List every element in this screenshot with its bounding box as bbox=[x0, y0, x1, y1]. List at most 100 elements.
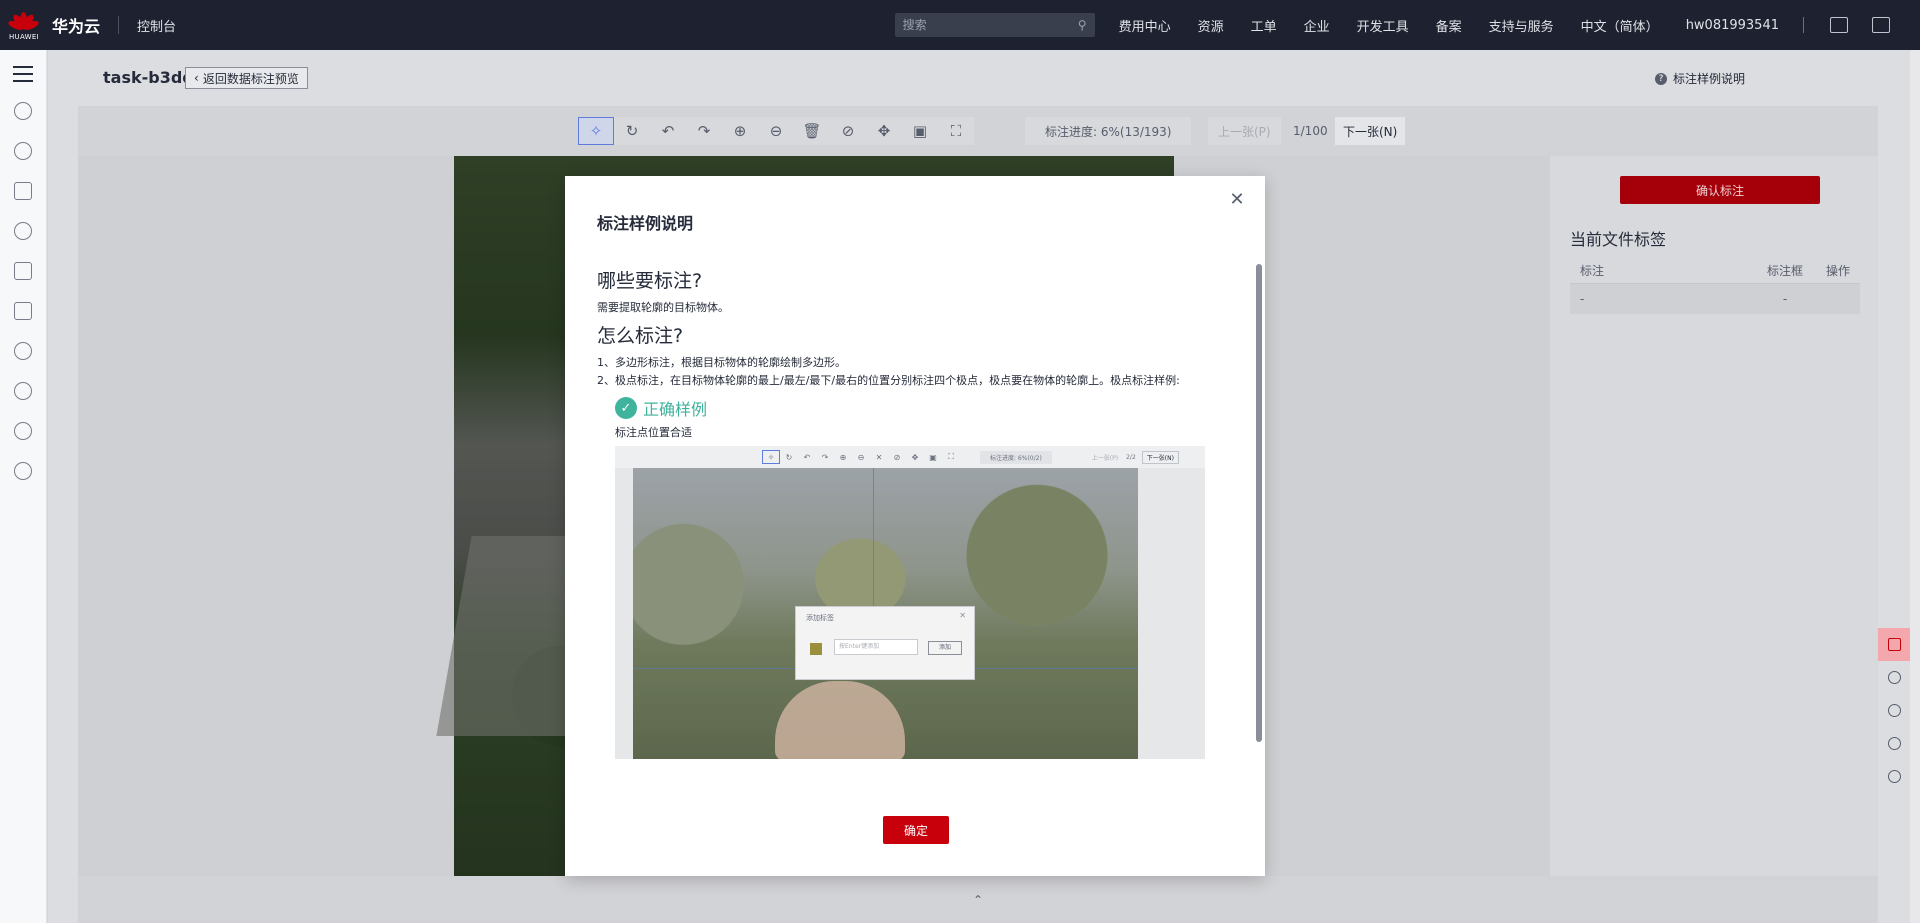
nav-icp[interactable]: 备案 bbox=[1436, 16, 1462, 35]
chevrons-up-icon: ⌃ bbox=[972, 892, 984, 907]
how-text-extreme: 2、极点标注，在目标物体轮廓的最上/最左/最下/最右的位置分别标注四个极点，极点… bbox=[597, 374, 1180, 387]
page-scrollbar[interactable] bbox=[1910, 50, 1920, 923]
table-row: - - bbox=[1570, 284, 1860, 314]
annotation-guide-dialog: ✕ 标注样例说明 哪些要标注? 需要提取轮廓的目标物体。 怎么标注? 1、多边形… bbox=[565, 176, 1265, 876]
cloud-service-icon[interactable] bbox=[14, 222, 32, 240]
example-prev: 上一张(P) bbox=[1091, 454, 1119, 462]
fit-icon[interactable]: ▣ bbox=[902, 117, 938, 145]
label-table: 标注 标注框 操作 - - bbox=[1570, 258, 1860, 314]
nav-resources[interactable]: 资源 bbox=[1198, 16, 1224, 35]
top-navigation-bar: HUAWEI 华为云 控制台 ⚲ 费用中心 资源 工单 企业 开发工具 备案 支… bbox=[0, 0, 1920, 50]
logo-text: HUAWEI bbox=[8, 32, 39, 41]
survey-icon[interactable] bbox=[1878, 760, 1910, 793]
polygon-tool-icon: ✧ bbox=[762, 450, 780, 464]
hide-icon: ⊘ bbox=[893, 452, 901, 462]
confirm-annotation-button[interactable]: 确认标注 bbox=[1620, 176, 1820, 204]
smile-icon[interactable] bbox=[1878, 661, 1910, 694]
delete-icon: ✕ bbox=[875, 452, 883, 462]
example-label-input: 按Enter键添加 bbox=[834, 639, 918, 655]
color-swatch bbox=[810, 643, 822, 655]
search-box[interactable]: ⚲ bbox=[894, 13, 1095, 37]
redo-icon: ↷ bbox=[821, 452, 829, 462]
search-input[interactable] bbox=[902, 18, 1078, 32]
huawei-flower-icon bbox=[7, 10, 40, 32]
document-icon[interactable] bbox=[14, 302, 32, 320]
globe-icon[interactable] bbox=[14, 422, 32, 440]
redo-icon[interactable]: ↷ bbox=[686, 117, 722, 145]
example-toolbar: ✧ ↻ ↶ ↷ ⊕ ⊖ ✕ ⊘ ✥ ▣ ⛶ 标注进度: 6%(0/2) 上一张(… bbox=[615, 446, 1205, 468]
divider bbox=[1803, 17, 1804, 33]
cluster-icon[interactable] bbox=[14, 142, 32, 160]
help-icon[interactable] bbox=[1878, 727, 1910, 760]
fullscreen-icon[interactable]: ⛶ bbox=[938, 117, 974, 145]
language-selector[interactable]: 中文（简体） bbox=[1581, 16, 1659, 35]
example-dialog-title: 添加标签 bbox=[806, 614, 834, 622]
nav-billing[interactable]: 费用中心 bbox=[1119, 16, 1171, 35]
table-header: 标注 标注框 操作 bbox=[1570, 258, 1860, 284]
fit-icon: ▣ bbox=[929, 452, 937, 462]
search-icon[interactable]: ⚲ bbox=[1078, 18, 1087, 32]
delete-icon[interactable]: 🗑 bbox=[794, 117, 830, 145]
polygon-tool-icon[interactable]: ✧ bbox=[578, 117, 614, 145]
move-icon[interactable]: ✥ bbox=[866, 117, 902, 145]
prev-image-button[interactable]: 上一张(P) bbox=[1208, 117, 1281, 145]
user-account[interactable]: hw081993541 bbox=[1686, 18, 1779, 33]
mail-icon[interactable] bbox=[1872, 17, 1890, 33]
feedback-icon[interactable] bbox=[1878, 628, 1910, 661]
annotation-help-link[interactable]: ? 标注样例说明 bbox=[1654, 70, 1745, 87]
zoom-out-icon: ⊖ bbox=[857, 452, 865, 462]
page-header: task-b3dd ‹ 返回数据标注预览 ? 标注样例说明 bbox=[48, 50, 1910, 106]
storage-icon[interactable] bbox=[14, 262, 32, 280]
correct-example-label: 正确样例 bbox=[643, 400, 708, 419]
label-panel: 确认标注 当前文件标签 标注 标注框 操作 - - bbox=[1550, 156, 1878, 876]
undo-icon: ↶ bbox=[803, 452, 811, 462]
how-heading: 怎么标注? bbox=[597, 325, 684, 347]
nav-enterprise[interactable]: 企业 bbox=[1304, 16, 1330, 35]
ip-icon[interactable] bbox=[14, 462, 32, 480]
rotate-icon[interactable]: ↻ bbox=[614, 117, 650, 145]
what-heading: 哪些要标注? bbox=[597, 270, 703, 292]
nav-tickets[interactable]: 工单 bbox=[1251, 16, 1277, 35]
undo-icon[interactable]: ↶ bbox=[650, 117, 686, 145]
huawei-logo[interactable]: HUAWEI bbox=[0, 0, 48, 50]
example-add-button: 添加 bbox=[928, 641, 962, 655]
cell-label: - bbox=[1580, 292, 1585, 306]
annotation-progress: 标注进度: 6%(13/193) bbox=[1025, 117, 1192, 145]
page-title: task-b3dd bbox=[103, 68, 194, 87]
example-progress: 标注进度: 6%(0/2) bbox=[980, 450, 1052, 464]
nav-support[interactable]: 支持与服务 bbox=[1489, 16, 1554, 35]
menu-icon[interactable] bbox=[13, 66, 33, 82]
back-button[interactable]: ‹ 返回数据标注预览 bbox=[185, 67, 308, 89]
next-image-button[interactable]: 下一张(N) bbox=[1335, 117, 1406, 145]
example-next: 下一张(N) bbox=[1141, 450, 1179, 464]
panel-title: 当前文件标签 bbox=[1570, 230, 1667, 249]
example-page: 2/2 bbox=[1126, 453, 1136, 461]
example-add-label-dialog: 添加标签 ✕ 按Enter键添加 添加 bbox=[795, 606, 975, 680]
column-header-label: 标注 bbox=[1580, 264, 1605, 278]
brand-name[interactable]: 华为云 bbox=[52, 13, 100, 37]
example-screenshot: ✧ ↻ ↶ ↷ ⊕ ⊖ ✕ ⊘ ✥ ▣ ⛶ 标注进度: 6%(0/2) 上一张(… bbox=[615, 446, 1205, 759]
zoom-in-icon[interactable]: ⊕ bbox=[722, 117, 758, 145]
move-icon: ✥ bbox=[911, 452, 919, 462]
anchor-icon[interactable] bbox=[14, 382, 32, 400]
left-sidebar bbox=[0, 50, 47, 923]
hide-icon[interactable]: ⊘ bbox=[830, 117, 866, 145]
column-header-box: 标注框 bbox=[1766, 264, 1803, 278]
tool-group: ✧ ↻ ↶ ↷ ⊕ ⊖ 🗑 ⊘ ✥ ▣ ⛶ bbox=[578, 117, 974, 145]
network-icon[interactable] bbox=[14, 182, 32, 200]
correct-example: ✓ 正确样例 标注点位置合适 ✧ ↻ ↶ ↷ ⊕ ⊖ ✕ ⊘ ✥ ▣ ⛶ 标注进… bbox=[615, 396, 1227, 759]
close-icon[interactable]: ✕ bbox=[1227, 190, 1247, 210]
column-header-action: 操作 bbox=[1825, 264, 1850, 278]
console-link[interactable]: 控制台 bbox=[137, 16, 176, 35]
collapse-toggle[interactable]: ⌃ bbox=[78, 876, 1878, 923]
dialog-scrollbar[interactable] bbox=[1256, 264, 1262, 742]
terminal-icon[interactable] bbox=[1830, 17, 1848, 33]
zoom-out-icon[interactable]: ⊖ bbox=[758, 117, 794, 145]
cloud-upload-icon[interactable] bbox=[14, 342, 32, 360]
cloud-icon[interactable] bbox=[14, 102, 32, 120]
ok-button[interactable]: 确定 bbox=[883, 816, 949, 844]
nav-dev-tools[interactable]: 开发工具 bbox=[1357, 16, 1409, 35]
headset-icon[interactable] bbox=[1878, 694, 1910, 727]
check-circle-icon: ✓ bbox=[615, 397, 637, 419]
page-indicator: 1/100 bbox=[1293, 124, 1328, 138]
